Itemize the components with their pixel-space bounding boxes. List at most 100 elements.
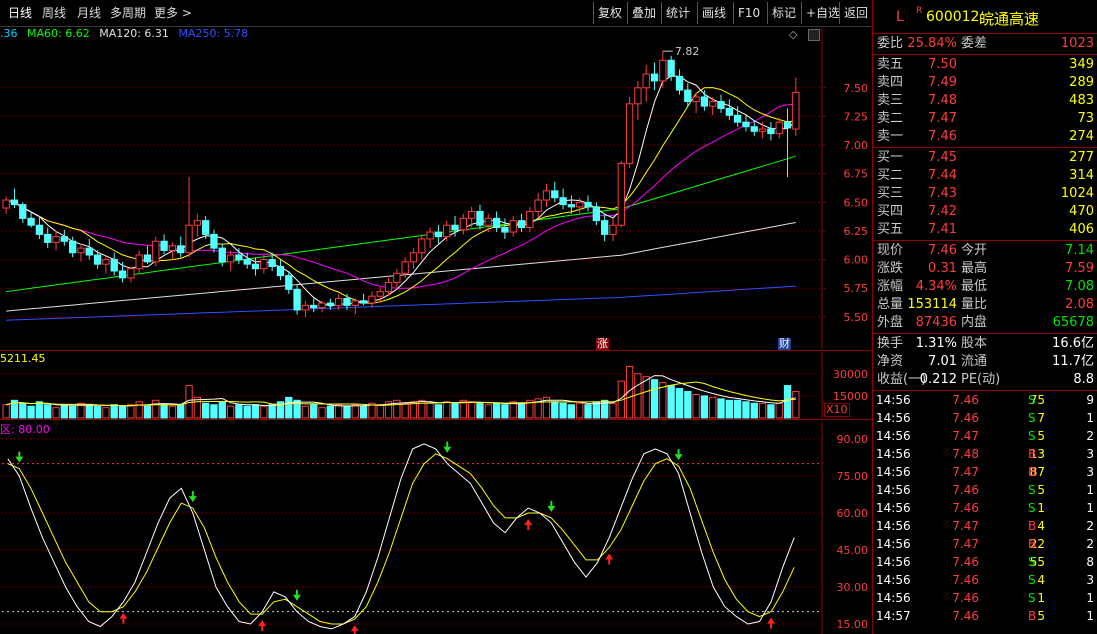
tick-row[interactable]: 14:56 7.47 22 B 2 (873, 535, 1097, 553)
candle-body (792, 91, 800, 130)
tick-time: 14:56 (876, 573, 911, 587)
candlestick-chart: 7.50 7.25 7.00 6.75 6.50 6.25 6.00 5.75 5.50 7.82 (2, 28, 869, 351)
tick-count: 2 (1086, 537, 1094, 551)
tick-row[interactable]: 14:56 7.46 5 S 1 (873, 481, 1097, 499)
level-label: 卖五 (877, 57, 904, 72)
candle-body (77, 247, 85, 254)
tick-row[interactable]: 14:57 7.46 5 B 1 (873, 607, 1097, 625)
add-watchlist-button[interactable]: +自选 (801, 2, 844, 24)
candle-body (443, 224, 451, 238)
buy-arrow-icon (258, 620, 267, 632)
marker-finance-badge[interactable]: 财 (778, 338, 791, 350)
y-tick-label: 6.25 (844, 225, 869, 238)
volume-bar (426, 402, 434, 419)
level-label: 买五 (877, 222, 904, 237)
sell-arrow-icon (547, 500, 556, 512)
tick-row[interactable]: 14:56 7.46 75 S 9 (873, 391, 1097, 409)
level-price: 7.45 (928, 150, 957, 165)
period-day-tab[interactable]: 日线 (8, 4, 32, 21)
candle-body (576, 201, 584, 208)
scrollbar-handle[interactable] (808, 29, 820, 41)
tick-row[interactable]: 14:56 7.47 87 B 3 (873, 463, 1097, 481)
volume-bar (193, 396, 202, 419)
tick-side: S (1028, 501, 1036, 515)
kdj-k-line (7, 443, 795, 630)
tick-row[interactable]: 14:56 7.47 5 S 2 (873, 427, 1097, 445)
period-multi-tab[interactable]: 多周期 (110, 4, 146, 21)
level-label: 买一 (877, 150, 904, 165)
tick-count: 9 (1086, 393, 1094, 407)
volume-panel[interactable]: 5211.45 30000 15000 X10 (0, 352, 871, 420)
bid-level-row[interactable]: 买一 7.45 277 (873, 149, 1097, 167)
tick-row[interactable]: 14:56 7.46 1 S 1 (873, 499, 1097, 517)
candle-body (634, 87, 642, 105)
ask-level-row[interactable]: 卖三 7.48 483 (873, 92, 1097, 110)
candle-body (226, 254, 235, 263)
stat-label: 总量 (877, 297, 904, 312)
candle-body (750, 126, 758, 132)
candle-body (343, 298, 351, 306)
bid-level-row[interactable]: 买五 7.41 406 (873, 221, 1097, 239)
tick-list[interactable]: 14:56 7.46 75 S 9 14:56 7.46 7 S 1 14:56 7.47 5 S 2 14:… (873, 391, 1097, 625)
tick-side: S (1028, 555, 1036, 569)
ask-level-row[interactable]: 卖一 7.46 274 (873, 128, 1097, 146)
ask-level-row[interactable]: 卖五 7.50 349 (873, 56, 1097, 74)
stat-value: 153114 (907, 297, 957, 312)
candle-body (218, 247, 226, 263)
tick-row[interactable]: 14:56 7.47 4 B 2 (873, 517, 1097, 535)
tick-row[interactable]: 14:56 7.46 4 S 3 (873, 571, 1097, 589)
volume-bar (750, 402, 758, 419)
stock-name[interactable]: 皖通高速 (979, 8, 1039, 29)
candlestick-panel[interactable]: .36 MA60: 6.62 MA120: 6.31 MA250: 5.78 7… (0, 27, 871, 351)
level-label: 买三 (877, 186, 904, 201)
volume-bar (443, 401, 451, 419)
candle-body (434, 231, 443, 238)
ask-level-row[interactable]: 卖二 7.47 73 (873, 110, 1097, 128)
tick-side: S (1028, 411, 1036, 425)
volume-bar (792, 390, 800, 419)
period-month-tab[interactable]: 月线 (77, 4, 101, 21)
ma-settings-icon[interactable]: ◇ (789, 28, 797, 41)
tick-row[interactable]: 14:56 7.48 13 B 3 (873, 445, 1097, 463)
stat-label: 今开 (961, 243, 988, 258)
candle-body (235, 254, 243, 261)
level-price: 7.49 (928, 75, 957, 90)
fuquan-button[interactable]: 复权 (593, 2, 626, 24)
ask-book: 卖五 7.50 349 卖四 7.49 289 卖三 7.48 483 卖二 7.47 73 卖一 7.4… (873, 55, 1097, 148)
candle-body (492, 217, 501, 229)
tick-row[interactable]: 14:56 7.46 55 S 8 (873, 553, 1097, 571)
candle-body (2, 199, 10, 209)
stock-code[interactable]: 600012 (926, 9, 979, 25)
fund-row: 换手 1.31% 股本 16.6亿 (873, 335, 1097, 353)
draw-line-button[interactable]: 画线 (697, 2, 730, 24)
mark-button[interactable]: 标记 (767, 2, 800, 24)
tick-row[interactable]: 14:56 7.46 1 S 1 (873, 589, 1097, 607)
candle-body (534, 199, 542, 212)
volume-bar (285, 396, 293, 419)
period-more-tab[interactable]: 更多 > (154, 4, 192, 21)
period-week-tab[interactable]: 周线 (42, 4, 66, 21)
candle-body (418, 238, 426, 254)
bid-level-row[interactable]: 买四 7.42 470 (873, 203, 1097, 221)
level-volume: 470 (1069, 204, 1094, 219)
candle-body (509, 220, 517, 233)
ask-level-row[interactable]: 卖四 7.49 289 (873, 74, 1097, 92)
f10-button[interactable]: F10 (733, 2, 764, 24)
candle-body (459, 217, 468, 231)
candle-body (642, 73, 650, 89)
stat-label: 外盘 (877, 315, 904, 330)
candle-body (775, 121, 783, 135)
marker-up-badge[interactable]: 涨 (596, 338, 609, 350)
tick-row[interactable]: 14:56 7.46 7 S 1 (873, 409, 1097, 427)
back-button[interactable]: 返回 (839, 2, 872, 24)
kdj-panel[interactable]: 区: 80.00 90.00 75.00 60.00 45.00 30.00 15.00 (0, 421, 871, 634)
bid-level-row[interactable]: 买三 7.43 1024 (873, 185, 1097, 203)
volume-bar (326, 405, 335, 419)
volume-bar (93, 405, 102, 419)
overlay-button[interactable]: 叠加 (627, 2, 660, 24)
candle-body (44, 233, 52, 243)
statistics-button[interactable]: 统计 (661, 2, 694, 24)
ma250-line (6, 285, 796, 321)
volume-bar (218, 401, 226, 419)
bid-level-row[interactable]: 买二 7.44 314 (873, 167, 1097, 185)
